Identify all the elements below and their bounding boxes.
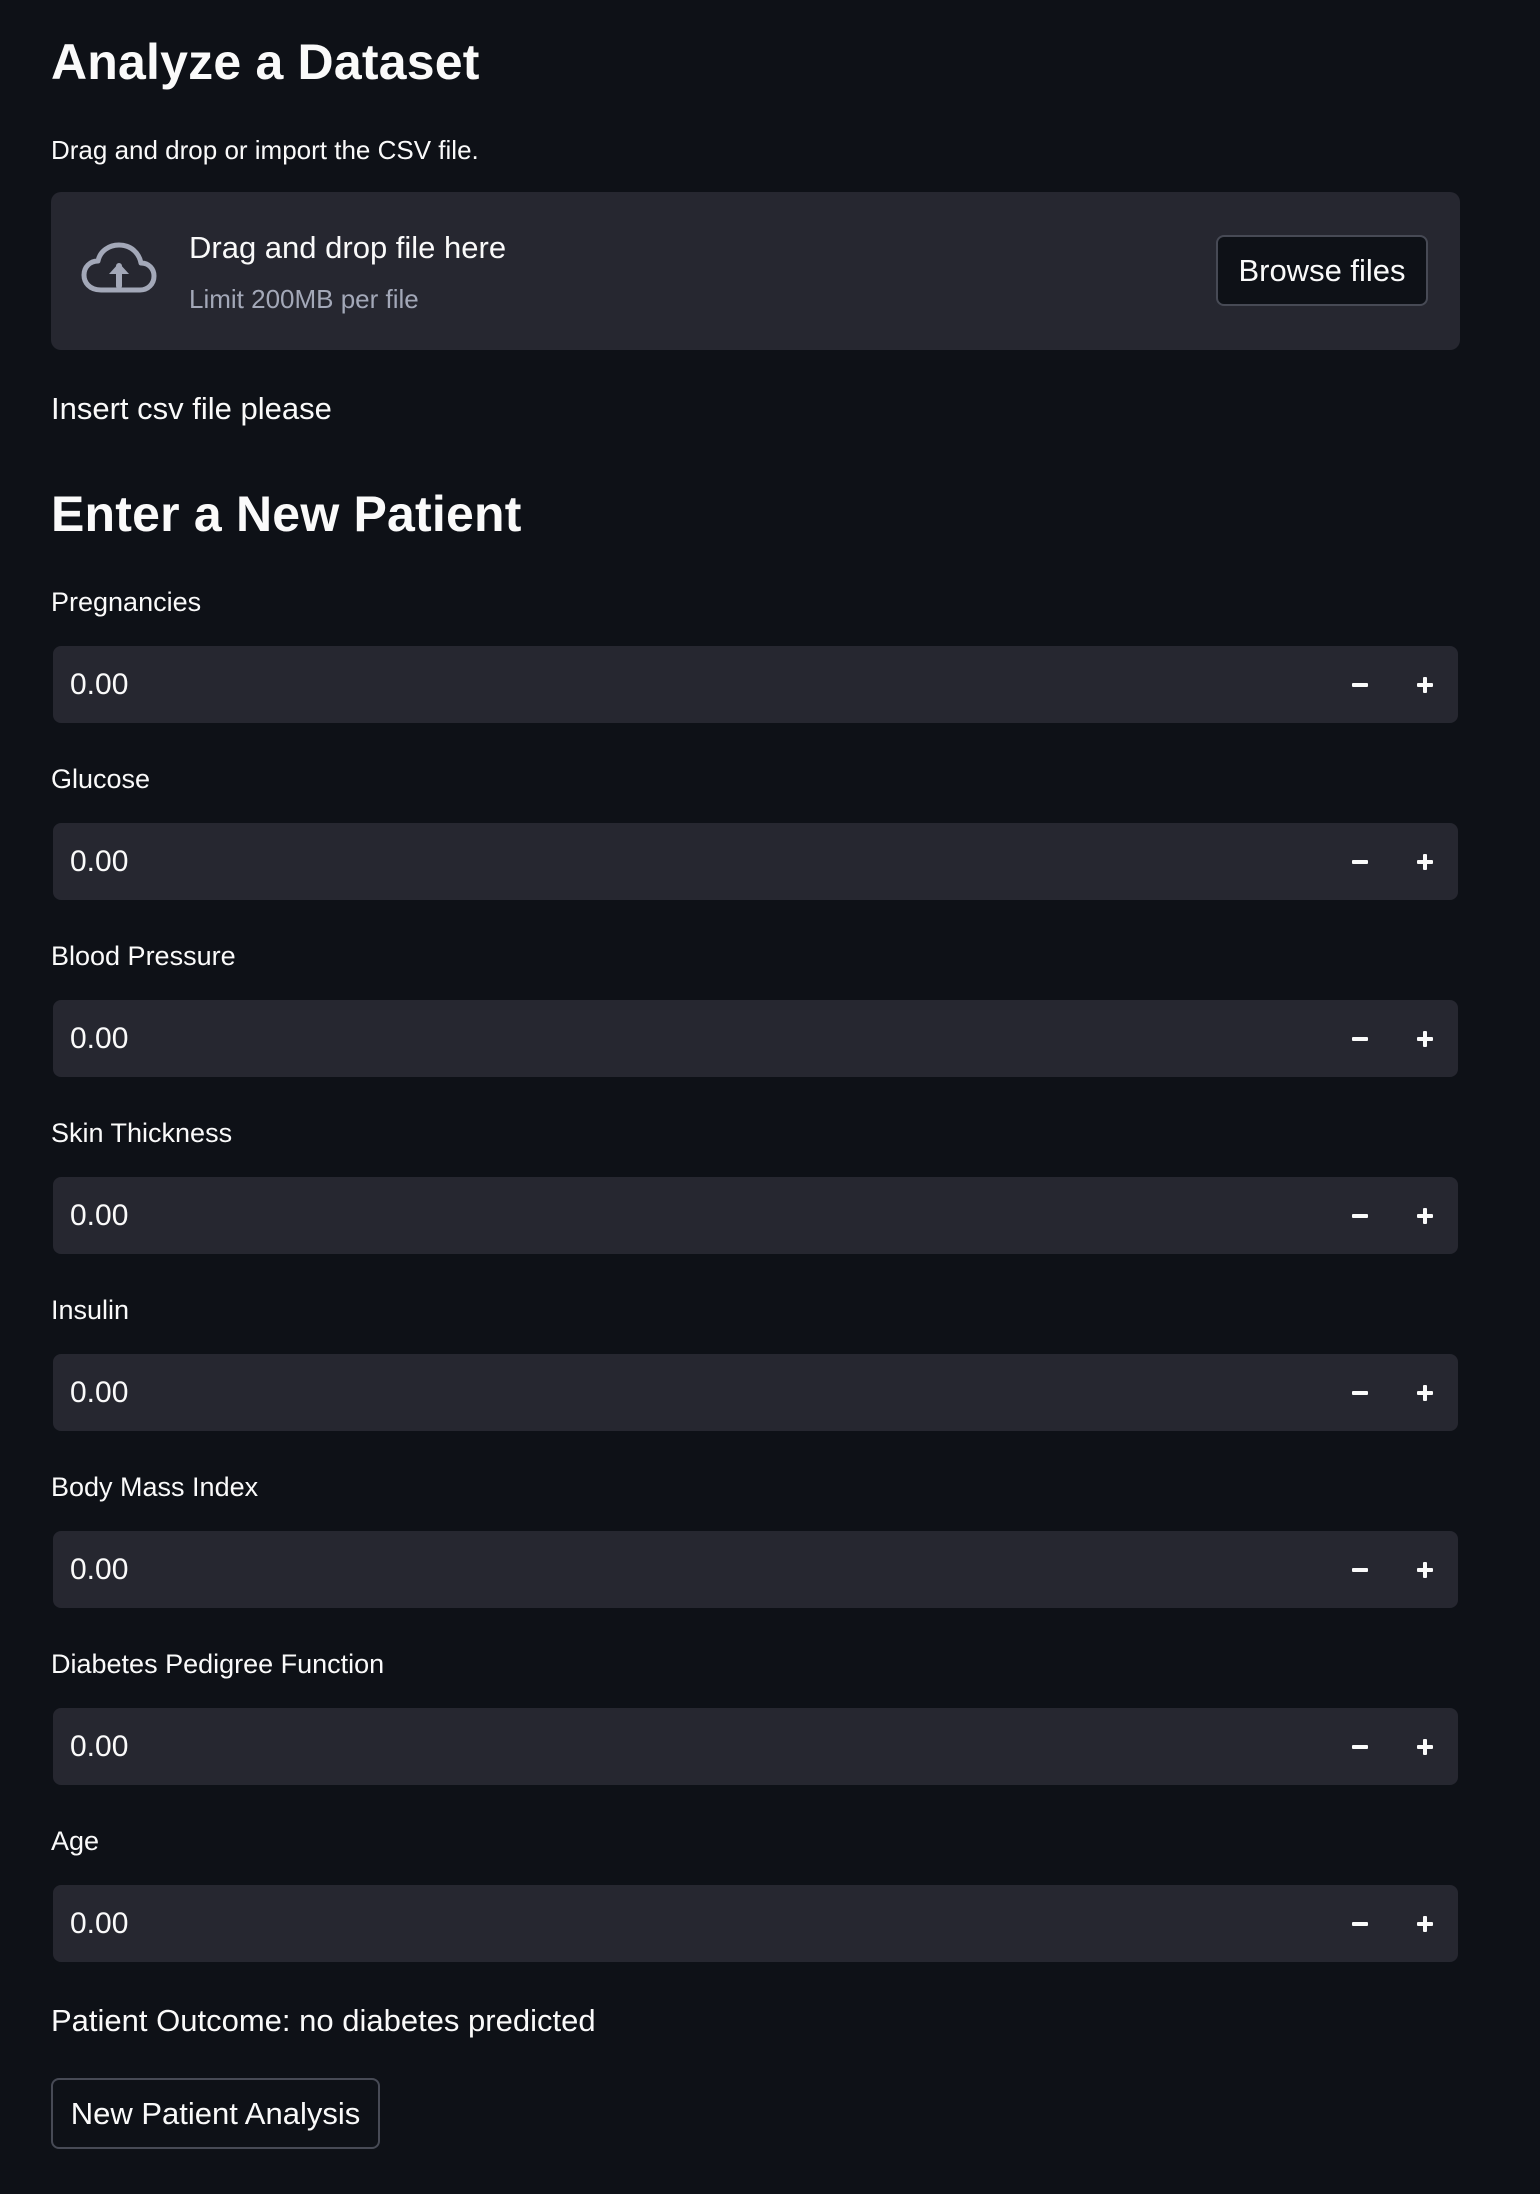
minus-icon [1352,859,1368,864]
blood-pressure-input[interactable]: 0.00 [53,1000,1458,1077]
insulin-increment-button[interactable] [1393,1354,1457,1431]
plus-icon [1417,1207,1433,1224]
pregnancies-decrement-button[interactable] [1328,646,1392,723]
minus-icon [1352,1744,1368,1749]
plus-icon [1417,1030,1433,1047]
insulin-label: Insulin [51,1295,130,1325]
pregnancies-value[interactable]: 0.00 [70,646,128,723]
new-patient-analysis-button[interactable]: New Patient Analysis [51,2078,380,2149]
age-input[interactable]: 0.00 [53,1885,1458,1962]
body-mass-index-value[interactable]: 0.00 [70,1531,128,1608]
drop-zone-title: Drag and drop file here [189,230,507,265]
insulin-decrement-button[interactable] [1328,1354,1392,1431]
diabetes-pedigree-value[interactable]: 0.00 [70,1708,128,1785]
diabetes-pedigree-label: Diabetes Pedigree Function [51,1649,385,1679]
skin-thickness-input[interactable]: 0.00 [53,1177,1458,1254]
skin-thickness-label: Skin Thickness [51,1118,233,1148]
glucose-value[interactable]: 0.00 [70,823,128,900]
plus-icon [1417,676,1433,693]
upload-status-message: Insert csv file please [51,391,332,426]
analyze-dataset-heading: Analyze a Dataset [51,34,480,90]
age-decrement-button[interactable] [1328,1885,1392,1962]
upload-caption: Drag and drop or import the CSV file. [51,135,479,165]
plus-icon [1417,1561,1433,1578]
minus-icon [1352,1213,1368,1218]
body-mass-index-label: Body Mass Index [51,1472,259,1502]
glucose-input[interactable]: 0.00 [53,823,1458,900]
cloud-upload-icon [81,242,157,293]
skin-thickness-increment-button[interactable] [1393,1177,1457,1254]
plus-icon [1417,1738,1433,1755]
diabetes-pedigree-input[interactable]: 0.00 [53,1708,1458,1785]
diabetes-pedigree-increment-button[interactable] [1393,1708,1457,1785]
plus-icon [1417,1384,1433,1401]
diabetes-pedigree-decrement-button[interactable] [1328,1708,1392,1785]
glucose-decrement-button[interactable] [1328,823,1392,900]
blood-pressure-decrement-button[interactable] [1328,1000,1392,1077]
blood-pressure-label: Blood Pressure [51,941,236,971]
body-mass-index-decrement-button[interactable] [1328,1531,1392,1608]
skin-thickness-decrement-button[interactable] [1328,1177,1392,1254]
age-value[interactable]: 0.00 [70,1885,128,1962]
minus-icon [1352,682,1368,687]
plus-icon [1417,1915,1433,1932]
body-mass-index-input[interactable]: 0.00 [53,1531,1458,1608]
browse-files-button[interactable]: Browse files [1216,235,1428,306]
insulin-value[interactable]: 0.00 [70,1354,128,1431]
skin-thickness-value[interactable]: 0.00 [70,1177,128,1254]
new-patient-heading: Enter a New Patient [51,486,522,542]
blood-pressure-value[interactable]: 0.00 [70,1000,128,1077]
age-increment-button[interactable] [1393,1885,1457,1962]
file-uploader-dropzone[interactable]: Drag and drop file here Limit 200MB per … [51,192,1460,350]
patient-outcome-text: Patient Outcome: no diabetes predicted [51,2003,596,2038]
age-label: Age [51,1826,100,1856]
glucose-increment-button[interactable] [1393,823,1457,900]
insulin-input[interactable]: 0.00 [53,1354,1458,1431]
pregnancies-input[interactable]: 0.00 [53,646,1458,723]
minus-icon [1352,1390,1368,1395]
pregnancies-increment-button[interactable] [1393,646,1457,723]
blood-pressure-increment-button[interactable] [1393,1000,1457,1077]
minus-icon [1352,1567,1368,1572]
pregnancies-label: Pregnancies [51,587,202,617]
minus-icon [1352,1921,1368,1926]
plus-icon [1417,853,1433,870]
glucose-label: Glucose [51,764,151,794]
minus-icon [1352,1036,1368,1041]
body-mass-index-increment-button[interactable] [1393,1531,1457,1608]
drop-zone-limit: Limit 200MB per file [189,284,419,314]
